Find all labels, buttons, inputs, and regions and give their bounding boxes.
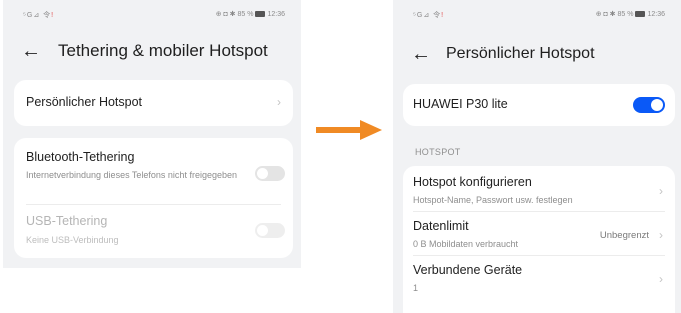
back-arrow-icon[interactable]: ← xyxy=(411,41,431,67)
divider xyxy=(413,255,665,256)
data-limit-value: Unbegrenzt xyxy=(599,230,649,241)
status-icons: ⊕ ◘ ✱ xyxy=(215,11,236,18)
personal-hotspot-item[interactable]: Persönlicher Hotspot › xyxy=(14,80,293,126)
usb-tethering-toggle[interactable] xyxy=(255,223,285,238)
chevron-right-icon: › xyxy=(659,272,663,286)
battery-icon xyxy=(255,11,266,18)
clock: 12:36 xyxy=(267,11,285,18)
divider xyxy=(413,211,665,212)
page-title: Persönlicher Hotspot xyxy=(446,45,595,62)
section-label-hotspot: HOTSPOT xyxy=(415,147,461,157)
list-item-subtitle: 1 xyxy=(413,283,419,293)
back-arrow-icon[interactable]: ← xyxy=(21,38,41,64)
bluetooth-tethering-title: Bluetooth-Tethering xyxy=(26,150,135,164)
hotspot-toggle[interactable] xyxy=(633,97,665,113)
hotspot-device-row[interactable]: HUAWEI P30 lite xyxy=(403,84,675,126)
bluetooth-tethering-subtitle: Internetverbindung dieses Telefons nicht… xyxy=(26,170,237,180)
list-item-subtitle: 0 B Mobildaten verbraucht xyxy=(413,239,519,249)
list-item-title: Hotspot konfigurieren xyxy=(413,175,532,189)
usb-tethering-title: USB-Tethering xyxy=(26,214,108,228)
hotspot-settings-list: Hotspot konfigurieren Hotspot-Name, Pass… xyxy=(403,166,675,313)
comparison-screenshot: ⁵G⊿ 令! ⊕ ◘ ✱ 85 % 12:36 ← Tethering & mob… xyxy=(0,0,681,313)
right-phone-screen: ⁵G⊿ 令! ⊕ ◘ ✱ 85 % 12:36 ← Persönlicher Ho… xyxy=(393,0,681,313)
title-bar: ← Tethering & mobiler Hotspot xyxy=(3,38,301,64)
title-bar: ← Persönlicher Hotspot xyxy=(393,41,681,67)
divider xyxy=(26,204,281,205)
personal-hotspot-label: Persönlicher Hotspot xyxy=(26,95,143,109)
bluetooth-tethering-toggle[interactable] xyxy=(255,166,285,181)
device-name: HUAWEI P30 lite xyxy=(413,97,508,111)
status-bar: ⁵G⊿ 令! ⊕ ◘ ✱ 85 % 12:36 xyxy=(393,10,681,22)
signal-icon: ⁵G⊿ 令 xyxy=(23,12,52,19)
alert-icon: ! xyxy=(441,12,445,19)
arrow-right-icon xyxy=(316,120,382,140)
chevron-right-icon: › xyxy=(659,228,663,242)
page-title: Tethering & mobiler Hotspot xyxy=(58,41,268,60)
battery-level: 85 % xyxy=(617,11,634,18)
status-icons: ⊕ ◘ ✱ xyxy=(595,11,616,18)
tethering-card: Bluetooth-Tethering Internetverbindung d… xyxy=(14,138,293,258)
clock: 12:36 xyxy=(647,11,665,18)
list-item-subtitle: Hotspot-Name, Passwort usw. festlegen xyxy=(413,195,573,205)
signal-icon: ⁵G⊿ 令 xyxy=(413,12,442,19)
battery-icon xyxy=(635,11,646,18)
chevron-right-icon: › xyxy=(277,95,281,109)
list-item-title: Datenlimit xyxy=(413,219,469,233)
battery-level: 85 % xyxy=(237,11,254,18)
left-phone-screen: ⁵G⊿ 令! ⊕ ◘ ✱ 85 % 12:36 ← Tethering & mob… xyxy=(3,0,301,268)
usb-tethering-subtitle: Keine USB-Verbindung xyxy=(26,235,119,245)
list-item-title: Verbundene Geräte xyxy=(413,263,523,277)
status-bar: ⁵G⊿ 令! ⊕ ◘ ✱ 85 % 12:36 xyxy=(3,10,301,22)
alert-icon: ! xyxy=(51,12,55,19)
chevron-right-icon: › xyxy=(659,184,663,198)
